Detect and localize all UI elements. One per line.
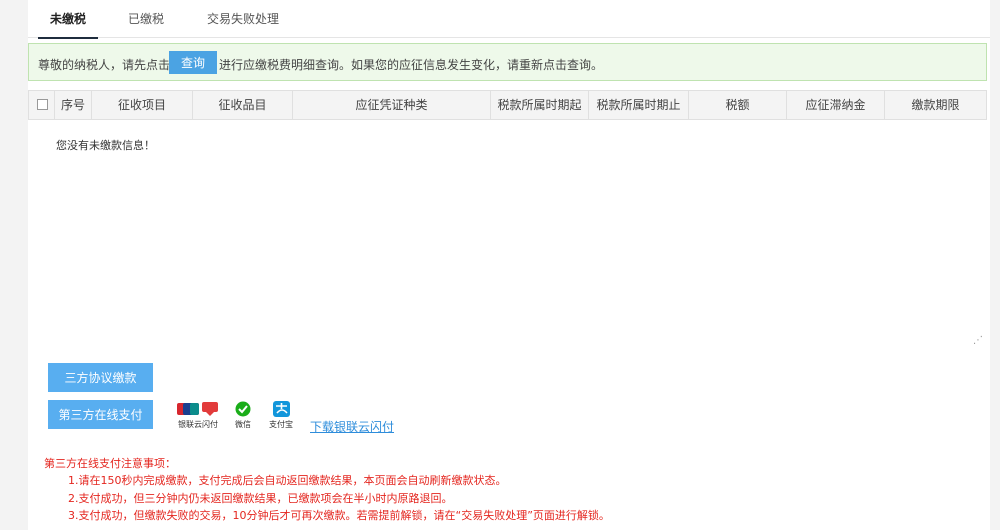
column-header-late-fee: 应征滞纳金 bbox=[787, 91, 885, 119]
tab-paid[interactable]: 已缴税 bbox=[128, 0, 164, 38]
column-header-tax-amount: 税额 bbox=[689, 91, 787, 119]
column-header-index: 序号 bbox=[55, 91, 92, 119]
wechat-label: 微信 bbox=[235, 420, 251, 429]
alipay-icon bbox=[272, 401, 290, 417]
note-item: 3.支付成功，但缴款失败的交易，10分钟后才可再次缴款。若需提前解锁，请在“交易… bbox=[68, 508, 610, 522]
notes-title: 第三方在线支付注意事项： bbox=[44, 457, 176, 470]
column-header-voucher-type: 应征凭证种类 bbox=[293, 91, 491, 119]
download-unionpay-link[interactable]: 下载银联云闪付 bbox=[310, 418, 394, 435]
note-item: 1.请在150秒内完成缴款，支付完成后会自动返回缴款结果，本页面会自动刷新缴款状… bbox=[68, 474, 507, 488]
tripartite-payment-button[interactable]: 三方协议缴款 bbox=[48, 363, 153, 392]
tab-unpaid[interactable]: 未缴税 bbox=[37, 0, 99, 39]
notice-suffix-text: 进行应缴税费明细查询。如果您的应征信息发生变化，请重新点击查询。 bbox=[219, 58, 604, 72]
online-payment-button[interactable]: 第三方在线支付 bbox=[48, 400, 153, 429]
select-all-cell bbox=[29, 91, 55, 119]
unionpay-label: 银联云闪付 bbox=[178, 420, 218, 429]
resize-handle-icon[interactable]: ⋰ bbox=[973, 335, 983, 346]
select-all-checkbox[interactable] bbox=[37, 99, 48, 110]
column-header-period-start: 税款所属时期起 bbox=[491, 91, 589, 119]
pay-method-alipay[interactable]: 支付宝 bbox=[266, 401, 296, 430]
payment-notes: 第三方在线支付注意事项： 1.请在150秒内完成缴款，支付完成后会自动返回缴款结… bbox=[44, 455, 610, 524]
empty-message: 您没有未缴款信息！ bbox=[56, 139, 155, 152]
column-header-period-end: 税款所属时期止 bbox=[589, 91, 689, 119]
unionpay-icon bbox=[177, 401, 219, 417]
notice-prefix-text: 尊敬的纳税人，请先点击 bbox=[38, 58, 171, 72]
table-header: 序号 征收项目 征收品目 应征凭证种类 税款所属时期起 税款所属时期止 税额 应… bbox=[28, 90, 987, 120]
note-item: 2.支付成功，但三分钟内仍未返回缴款结果，已缴款项会在半小时内原路退回。 bbox=[68, 491, 453, 505]
wechat-icon bbox=[234, 401, 252, 417]
column-header-deadline: 缴款期限 bbox=[911, 98, 960, 112]
tab-bar: 未缴税 已缴税 交易失败处理 bbox=[28, 0, 990, 39]
pay-method-unionpay[interactable]: 银联云闪付 bbox=[175, 401, 221, 430]
query-button[interactable]: 查询 bbox=[169, 51, 217, 74]
info-notice: 尊敬的纳税人，请先点击 查询 进行应缴税费明细查询。如果您的应征信息发生变化，请… bbox=[28, 43, 987, 81]
column-header-levy-subitem: 征收品目 bbox=[193, 91, 293, 119]
alipay-label: 支付宝 bbox=[269, 420, 293, 429]
tab-failed-transactions[interactable]: 交易失败处理 bbox=[207, 0, 279, 38]
main-panel: 未缴税 已缴税 交易失败处理 尊敬的纳税人，请先点击 查询 进行应缴税费明细查询… bbox=[28, 0, 990, 530]
pay-method-wechat[interactable]: 微信 bbox=[230, 401, 256, 430]
column-header-levy-item: 征收项目 bbox=[92, 91, 193, 119]
